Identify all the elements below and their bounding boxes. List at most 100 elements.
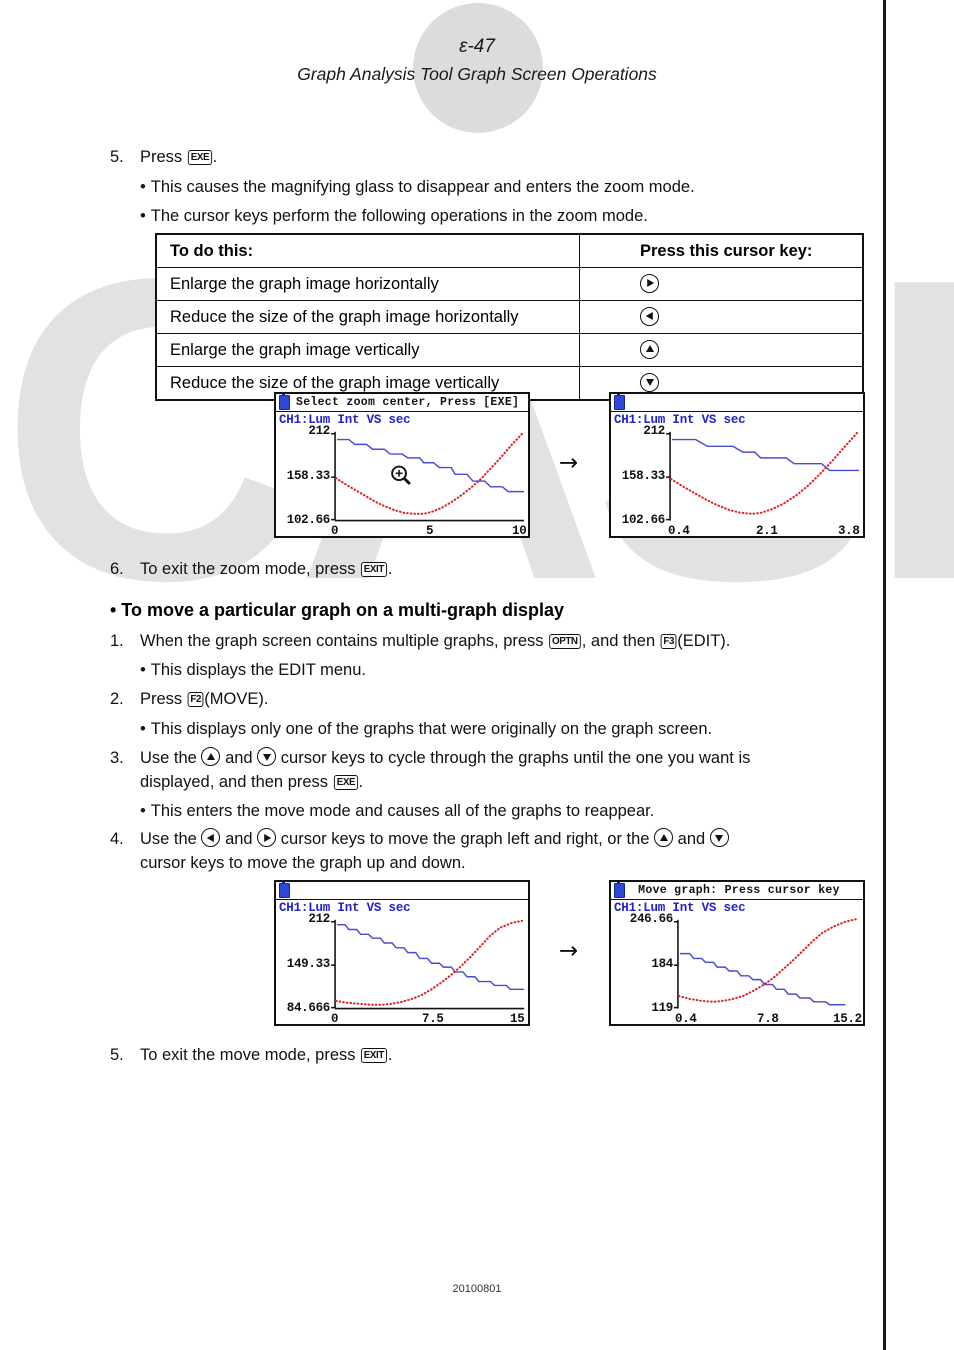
screen-zoom-after: CH1:Lum Int VS sec 212 158.33 102.66 0.4… bbox=[609, 392, 865, 538]
cursor-up-icon bbox=[640, 339, 659, 359]
battery-icon bbox=[279, 882, 290, 898]
y-label-mid: 184 bbox=[651, 957, 673, 971]
x-label-2: 7.8 bbox=[757, 1012, 779, 1024]
screen-move-before: CH1:Lum Int VS sec 212 149.33 84.666 0 7… bbox=[274, 880, 530, 1026]
screen-move-after-titlebar: Move graph: Press cursor key bbox=[611, 882, 863, 899]
key-f2: F2 bbox=[187, 692, 204, 707]
step-5-bullet-2: • The cursor keys perform the following o… bbox=[140, 205, 840, 229]
x-label-2: 2.1 bbox=[756, 524, 778, 536]
screen-zoom-before-plot: 212 158.33 102.66 0 5 10 bbox=[276, 424, 528, 536]
move-step-3-e: . bbox=[358, 772, 364, 791]
x-label-1: 0 bbox=[331, 1012, 339, 1024]
table-header-row: To do this: Press this cursor key: bbox=[155, 233, 864, 268]
key-f3: F3 bbox=[660, 634, 677, 649]
key-exit: EXIT bbox=[361, 1048, 387, 1063]
y-label-bottom: 102.66 bbox=[286, 513, 331, 527]
page-edge-rule bbox=[883, 0, 886, 1350]
screen-zoom-before-title: Select zoom center, Press [EXE] bbox=[296, 396, 520, 409]
step-5-text: Press EXE. bbox=[140, 146, 810, 170]
y-label-mid: 158.33 bbox=[286, 469, 331, 483]
battery-icon bbox=[614, 394, 625, 410]
cursor-left-icon bbox=[201, 828, 221, 847]
table-cell-key bbox=[579, 300, 864, 334]
transition-arrow-2: → bbox=[559, 938, 579, 964]
screen-move-after-title: Move graph: Press cursor key bbox=[638, 884, 840, 897]
y-label-bottom: 84.666 bbox=[286, 1001, 331, 1015]
move-step-4-e: cursor keys to move the graph up and dow… bbox=[140, 853, 466, 872]
move-step-4-d: and bbox=[677, 830, 706, 848]
table-col-action-header: To do this: bbox=[155, 233, 580, 268]
move-step-3-a: Use the bbox=[140, 749, 197, 767]
table-cell-action: Enlarge the graph image horizontally bbox=[155, 267, 580, 301]
step-5: 5. Press EXE. bbox=[110, 146, 810, 170]
move-step-5-text: To exit the move mode, press EXIT. bbox=[140, 1044, 810, 1068]
x-label-3: 10 bbox=[512, 524, 527, 536]
move-step-3-text: Use the and cursor keys to cycle through… bbox=[140, 747, 850, 795]
table-row: Enlarge the graph image vertically bbox=[155, 333, 864, 367]
move-step-5-b: . bbox=[387, 1046, 393, 1064]
move-step-5-number: 5. bbox=[110, 1046, 124, 1064]
screen-move-before-titlebar bbox=[276, 882, 528, 899]
move-step-4-number: 4. bbox=[110, 830, 124, 848]
table-row: Reduce the size of the graph image horiz… bbox=[155, 300, 864, 334]
cursor-right-icon bbox=[257, 828, 277, 847]
step-5-bullet-1-text: This causes the magnifying glass to disa… bbox=[150, 178, 695, 196]
move-step-2-a: Press bbox=[140, 690, 183, 708]
table-row: Enlarge the graph image horizontally bbox=[155, 267, 864, 301]
cursor-down-icon bbox=[257, 747, 277, 766]
magnifier-icon bbox=[391, 465, 411, 485]
step-6-number: 6. bbox=[110, 560, 124, 578]
move-step-2-b: (MOVE). bbox=[204, 690, 269, 708]
move-step-3-c: cursor keys to cycle through the graphs … bbox=[280, 749, 751, 767]
step-6-label: To exit the zoom mode, press bbox=[140, 560, 356, 578]
y-label-top: 212 bbox=[308, 912, 330, 926]
move-step-3-d: displayed, and then press bbox=[140, 772, 329, 791]
screen-zoom-before-inner: Select zoom center, Press [EXE] CH1:Lum … bbox=[276, 394, 528, 536]
move-step-2: 2. Press F2 (MOVE). bbox=[110, 688, 840, 712]
cursor-up-icon bbox=[201, 747, 221, 766]
x-label-1: 0 bbox=[331, 524, 339, 536]
move-step-2-bullet: • This displays only one of the graphs th… bbox=[140, 718, 712, 742]
cursor-left-icon bbox=[640, 306, 659, 326]
bullet-dot: • bbox=[140, 802, 146, 820]
move-step-3: 3. Use the and cursor keys to cycle thro… bbox=[110, 747, 850, 795]
step-6: 6. To exit the zoom mode, press EXIT. bbox=[110, 558, 810, 582]
cursor-up-icon bbox=[654, 828, 674, 847]
x-label-2: 5 bbox=[426, 524, 434, 536]
move-step-2-bullet-text: This displays only one of the graphs tha… bbox=[150, 720, 713, 738]
step-5-bullet-2-text: The cursor keys perform the following op… bbox=[150, 207, 648, 225]
key-exe: EXE bbox=[333, 774, 358, 790]
move-step-3-b: and bbox=[225, 749, 253, 767]
move-step-1-a: When the graph screen contains multiple … bbox=[140, 632, 544, 650]
bullet-dot: • bbox=[140, 661, 146, 679]
table-cell-action: Reduce the size of the graph image horiz… bbox=[155, 300, 580, 334]
y-label-top: 212 bbox=[308, 424, 330, 438]
move-step-4: 4. Use the and cursor keys to move the g… bbox=[110, 828, 855, 876]
move-step-1-number: 1. bbox=[110, 632, 124, 650]
screen-zoom-after-titlebar bbox=[611, 394, 863, 411]
x-label-1: 0.4 bbox=[675, 1012, 697, 1024]
y-label-top: 212 bbox=[643, 424, 665, 438]
y-label-mid: 158.33 bbox=[621, 469, 666, 483]
y-label-mid: 149.33 bbox=[286, 957, 331, 971]
table-cell-action: Enlarge the graph image vertically bbox=[155, 333, 580, 367]
bullet-dot: • bbox=[140, 720, 146, 738]
screen-zoom-before: Select zoom center, Press [EXE] CH1:Lum … bbox=[274, 392, 530, 538]
move-step-4-b: and bbox=[225, 830, 253, 848]
move-step-4-c: cursor keys to move the graph left and r… bbox=[280, 830, 650, 848]
move-step-3-bullet: • This enters the move mode and causes al… bbox=[140, 800, 654, 824]
x-label-3: 15 bbox=[510, 1012, 525, 1024]
section-heading-move-graph: • To move a particular graph on a multi-… bbox=[110, 600, 565, 620]
footer-doc-code: 20100801 bbox=[452, 1283, 502, 1295]
screen-move-after: Move graph: Press cursor key CH1:Lum Int… bbox=[609, 880, 865, 1026]
move-step-1-bullet-text: This displays the EDIT menu. bbox=[150, 661, 366, 679]
step-5-label: Press bbox=[140, 148, 183, 166]
move-step-2-text: Press F2 (MOVE). bbox=[140, 688, 840, 712]
bullet-dot: • bbox=[140, 178, 146, 196]
key-exe: EXE bbox=[187, 150, 212, 165]
move-step-1-bullet: • This displays the EDIT menu. bbox=[140, 659, 366, 683]
y-label-top: 246.66 bbox=[629, 912, 674, 926]
move-step-1-c: (EDIT). bbox=[677, 632, 731, 650]
table-cell-key bbox=[579, 267, 864, 301]
screen-move-after-inner: Move graph: Press cursor key CH1:Lum Int… bbox=[611, 882, 863, 1024]
